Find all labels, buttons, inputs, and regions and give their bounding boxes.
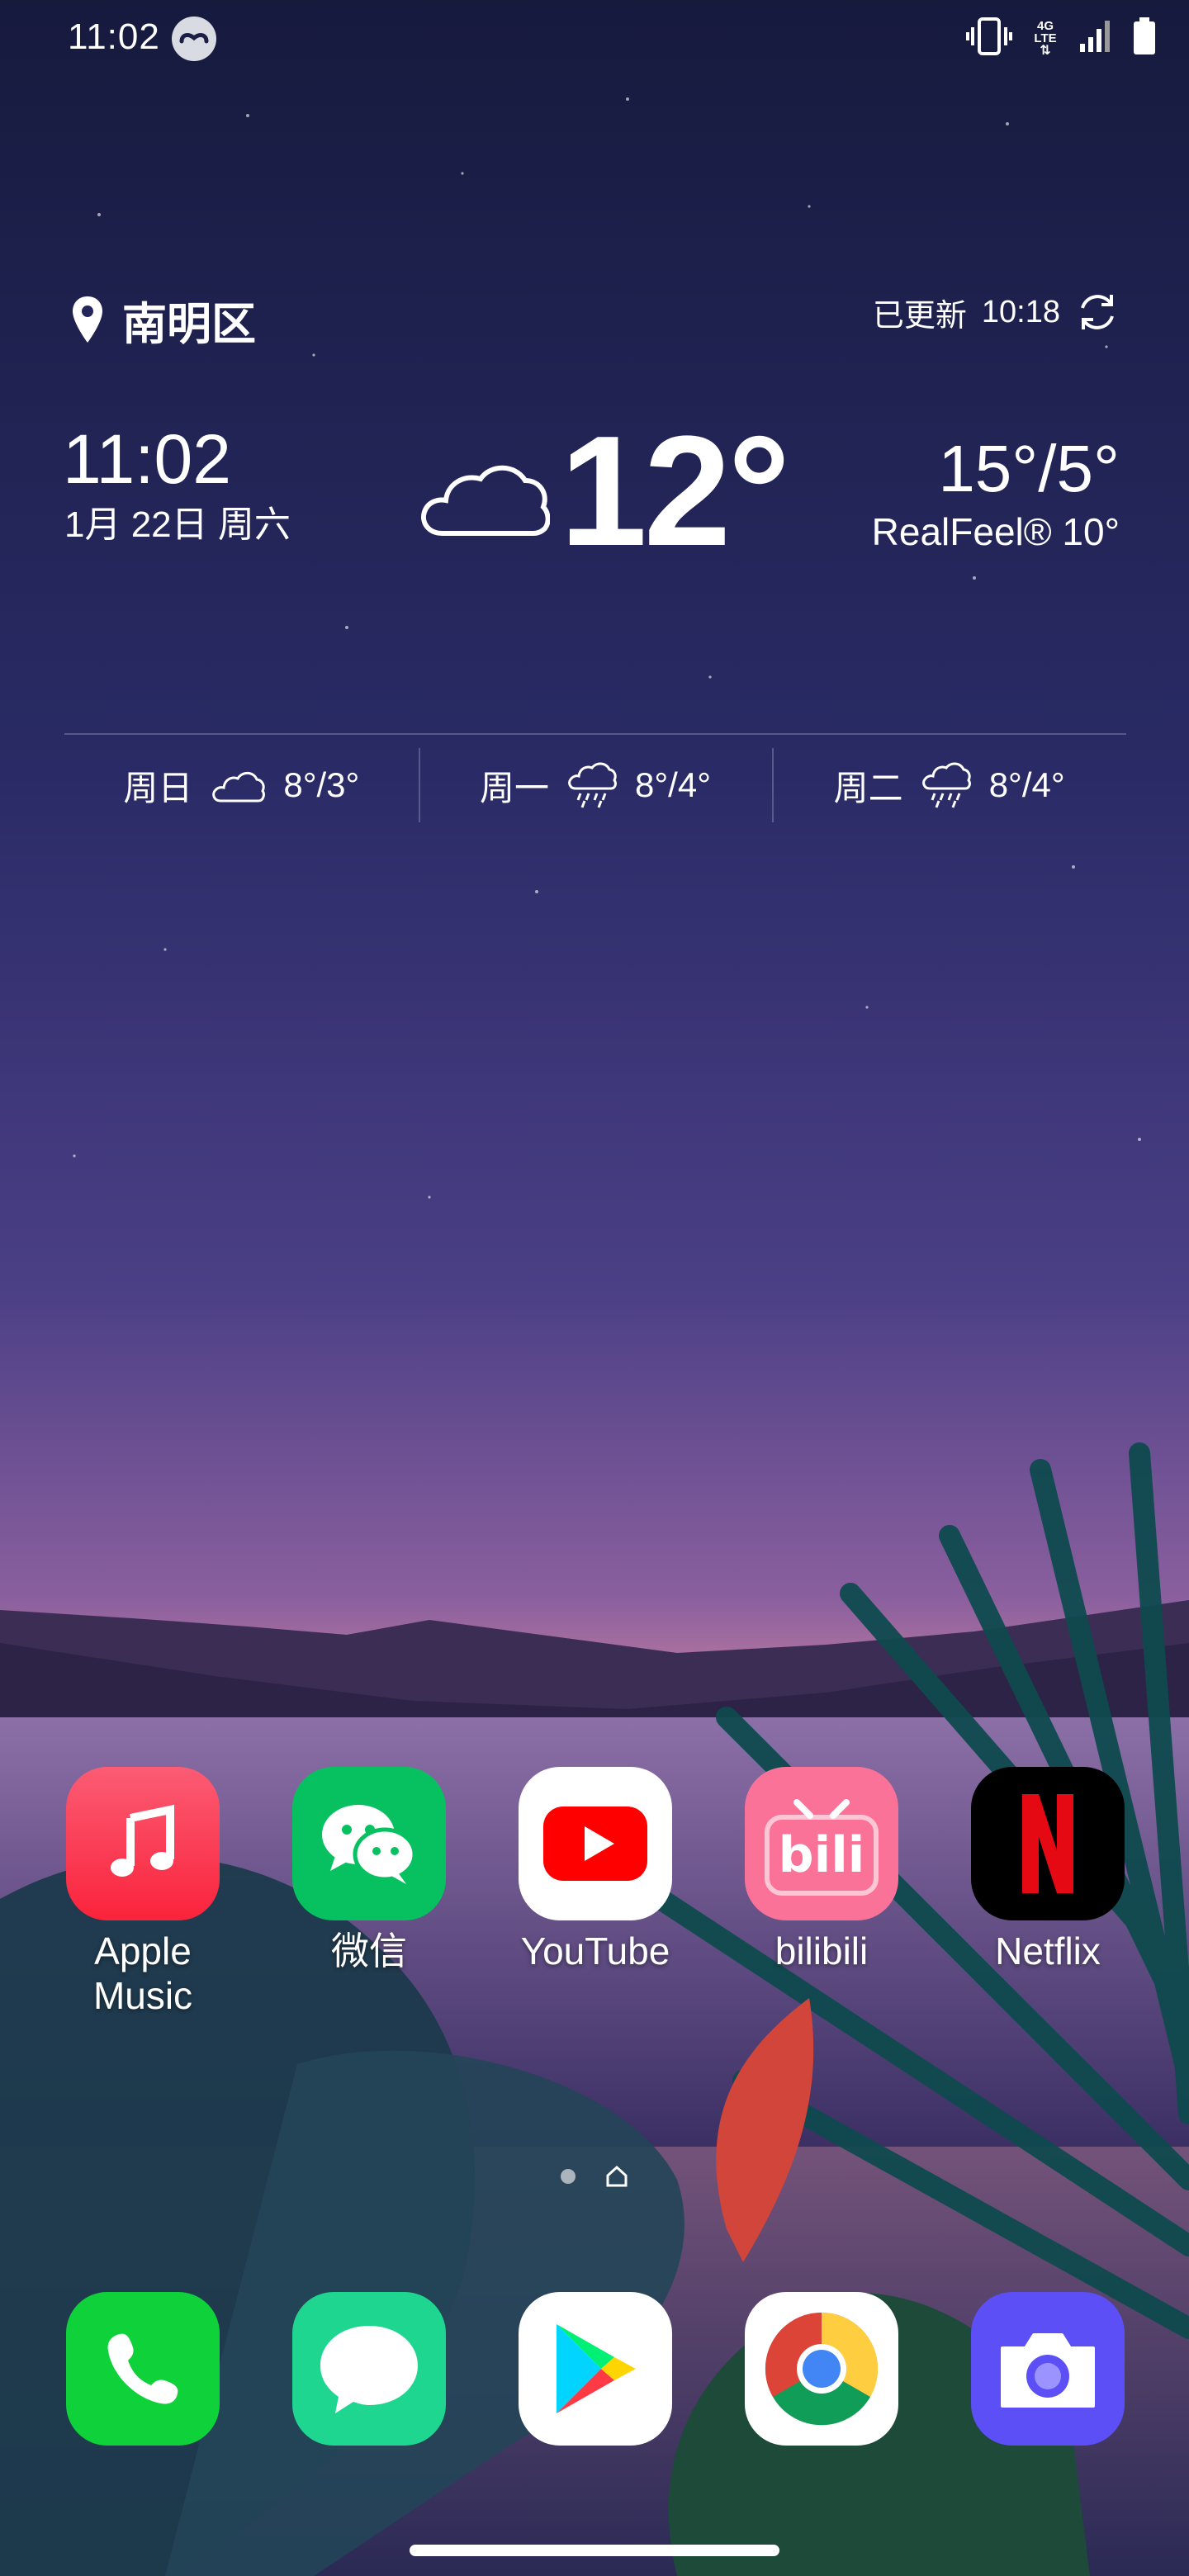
play-store-icon[interactable] [519, 2292, 672, 2446]
forecast-day-label: 周二 [833, 768, 903, 807]
app-youtube[interactable]: YouTube [482, 1767, 708, 2018]
glasses-notification-icon [172, 17, 216, 61]
home-app-row: Apple Music 微信 YouTube bili bilibili Netf… [0, 1767, 1189, 2018]
app-label: Apple Music [92, 1930, 193, 2017]
location-name: 南明区 [122, 299, 256, 349]
widget-divider [64, 733, 1126, 735]
page-indicator[interactable] [0, 2165, 1189, 2188]
forecast-day-label: 周一 [480, 768, 550, 807]
cloud-icon [212, 771, 266, 803]
apple-music-icon[interactable] [66, 1767, 220, 1920]
phone-icon[interactable] [66, 2292, 220, 2446]
vibrate-icon [966, 17, 1012, 59]
location-pin-icon [73, 296, 102, 343]
forecast-day: 周二 8°/4° [772, 748, 1126, 822]
gesture-navigation-bar[interactable] [410, 2545, 779, 2556]
app-label: Netflix [995, 1930, 1101, 1972]
location[interactable]: 南明区 [71, 291, 256, 349]
signal-icon [1078, 19, 1115, 58]
app-apple-music[interactable]: Apple Music [30, 1767, 256, 2018]
refresh-icon[interactable] [1075, 290, 1120, 334]
forecast-temp: 8°/4° [635, 765, 711, 804]
app-wechat[interactable]: 微信 [256, 1767, 482, 2018]
messages-icon[interactable] [292, 2292, 446, 2446]
status-time: 11:02 [68, 17, 160, 57]
chrome-icon[interactable] [745, 2292, 898, 2446]
dock-messages[interactable] [256, 2292, 482, 2446]
camera-icon[interactable] [971, 2292, 1125, 2446]
rain-icon [568, 762, 617, 808]
widget-date: 1月 22日 周六 [64, 504, 291, 545]
page-dot[interactable] [561, 2169, 576, 2184]
forecast-row: 周日 8°/3° 周一 8°/4° 周二 8°/4° [64, 748, 1126, 822]
app-label: 微信 [331, 1930, 407, 1972]
dock [0, 2292, 1189, 2446]
realfeel-temperature: RealFeel® 10° [871, 510, 1120, 553]
bilibili-icon[interactable]: bili [745, 1767, 898, 1920]
forecast-temp: 8°/4° [988, 765, 1065, 804]
wallpaper [0, 0, 1189, 2576]
high-low-temperature: 15°/5° [938, 432, 1120, 505]
rain-icon [921, 762, 971, 808]
forecast-temp: 8°/3° [283, 765, 360, 804]
app-label: bilibili [775, 1930, 869, 1972]
updated-time: 10:18 [981, 294, 1060, 329]
wechat-icon[interactable] [292, 1767, 446, 1920]
app-label: YouTube [520, 1930, 670, 1972]
widget-time: 11:02 [63, 420, 231, 498]
forecast-day: 周日 8°/3° [64, 748, 419, 822]
netflix-icon[interactable] [971, 1767, 1125, 1920]
dock-phone[interactable] [30, 2292, 256, 2446]
dock-play-store[interactable] [482, 2292, 708, 2446]
status-bar: 11:02 4G LTE ⇅ [0, 0, 1189, 74]
forecast-day-label: 周日 [123, 768, 193, 807]
network-4g-icon: 4G LTE ⇅ [1030, 18, 1060, 58]
dock-chrome[interactable] [708, 2292, 935, 2446]
current-temperature: 12° [560, 404, 790, 579]
svg-text:bili: bili [779, 1826, 865, 1884]
app-bilibili[interactable]: bili bilibili [708, 1767, 935, 2018]
home-page-icon[interactable] [605, 2165, 628, 2188]
network-label: 4G LTE [1034, 18, 1057, 45]
forecast-day: 周一 8°/4° [418, 748, 773, 822]
dock-camera[interactable] [935, 2292, 1161, 2446]
youtube-icon[interactable] [519, 1767, 672, 1920]
battery-icon [1133, 17, 1156, 59]
app-netflix[interactable]: Netflix [935, 1767, 1161, 2018]
cloud-icon [421, 465, 550, 536]
updated-status[interactable]: 已更新 10:18 [873, 286, 1120, 339]
updated-label: 已更新 [872, 298, 967, 334]
